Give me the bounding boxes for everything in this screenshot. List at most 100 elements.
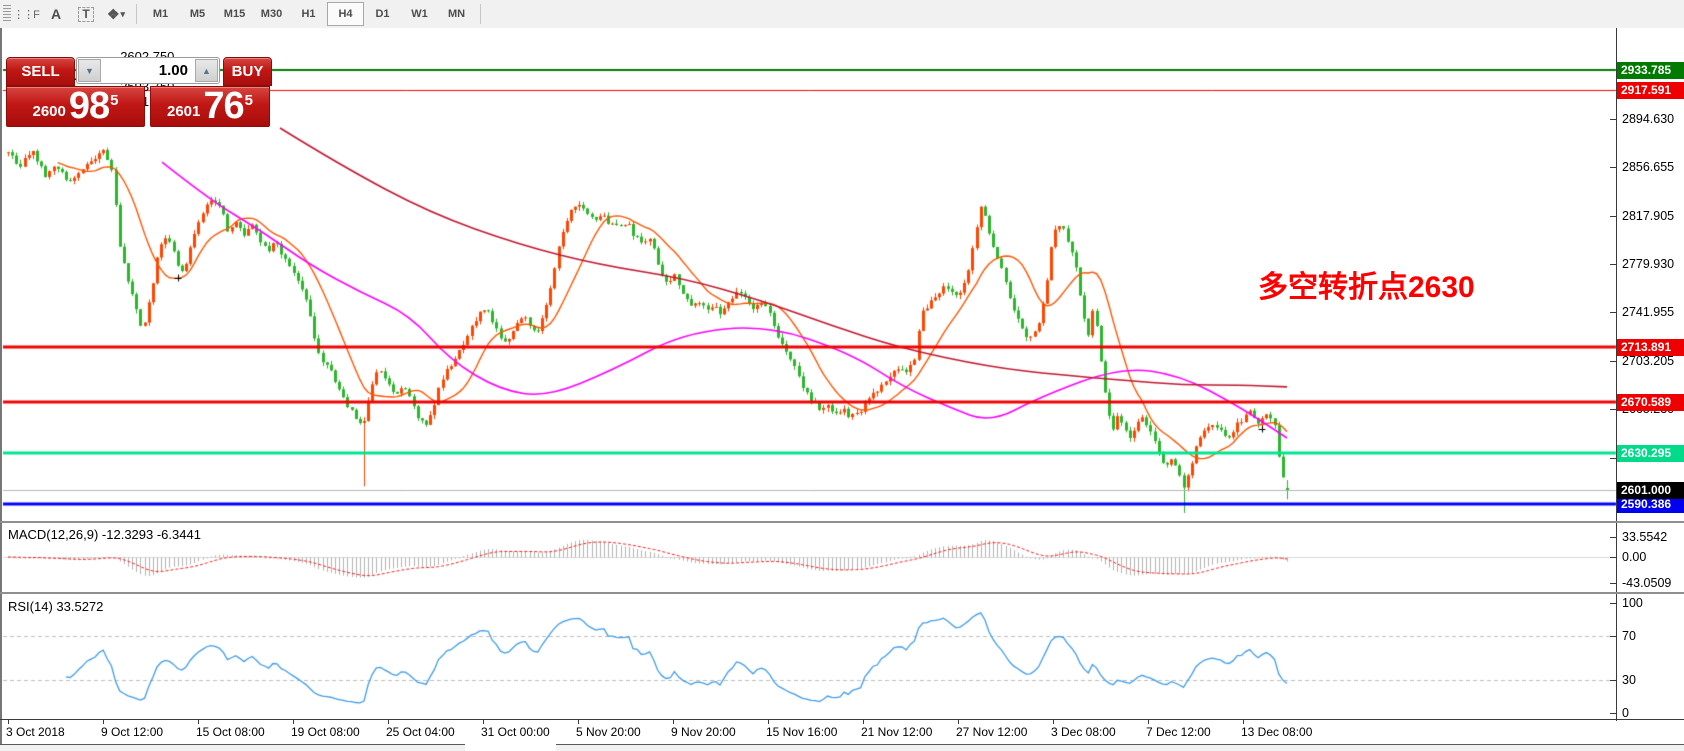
price-tick-label: 2779.930 <box>1622 257 1674 271</box>
macd-panel-separator[interactable] <box>0 521 1684 523</box>
text-label-tool-button[interactable]: A <box>41 2 71 26</box>
axis-tick-mark <box>1610 583 1616 584</box>
rsi-indicator-label: RSI(14) 33.5272 <box>8 599 103 614</box>
sell-price-prefix: 2600 <box>33 101 66 123</box>
rsi-scale-label: 30 <box>1622 673 1636 687</box>
time-tick-label: 9 Oct 12:00 <box>101 725 163 739</box>
toolbar-separator <box>480 4 481 24</box>
chevron-down-icon: ▾ <box>121 9 126 20</box>
axis-tick-mark <box>1610 409 1616 410</box>
axis-tick-mark <box>198 719 199 724</box>
timeframe-button-mn[interactable]: MN <box>438 2 475 26</box>
axis-tick-mark <box>1148 719 1149 724</box>
time-tick-label: 15 Nov 16:00 <box>766 725 837 739</box>
price-tick-label: 2741.955 <box>1622 305 1674 319</box>
toolbar-grip-handle[interactable] <box>3 5 11 23</box>
axis-tick-mark <box>103 719 104 724</box>
macd-indicator-label: MACD(12,26,9) -12.3293 -6.3441 <box>8 527 201 542</box>
axis-tick-mark <box>768 719 769 724</box>
sell-price-superscript: 5 <box>110 95 118 107</box>
axis-tick-mark <box>1610 264 1616 265</box>
chart-window: ▲ SP500-,H4 2602.750 2609.000 2593.750 2… <box>0 28 1684 750</box>
top-toolbar: ⋮⋮F A T ❖ ▾ M1M5M15M30H1H4D1W1MN <box>0 0 1684 29</box>
time-tick-label: 15 Oct 08:00 <box>196 725 265 739</box>
buy-price-display[interactable]: 2601 76 5 <box>150 86 270 127</box>
macd-scale-label: 33.5542 <box>1622 530 1667 544</box>
rsi-scale-label: 0 <box>1622 706 1629 720</box>
price-level-badge: 2670.589 <box>1617 394 1684 411</box>
axis-tick-mark <box>483 719 484 724</box>
time-tick-label: 9 Nov 20:00 <box>671 725 736 739</box>
time-tick-label: 3 Oct 2018 <box>6 725 65 739</box>
axis-tick-mark <box>863 719 864 724</box>
axis-tick-mark <box>1610 216 1616 217</box>
sell-button[interactable]: SELL <box>6 57 75 86</box>
axis-tick-mark <box>1610 167 1616 168</box>
rsi-scale-label: 70 <box>1622 629 1636 643</box>
time-tick-label: 31 Oct 00:00 <box>481 725 550 739</box>
chart-surface[interactable] <box>0 28 1684 750</box>
macd-scale-label: 0.00 <box>1622 550 1646 564</box>
fibonacci-icon: ⋮⋮F <box>13 8 39 21</box>
time-tick-label: 27 Nov 12:00 <box>956 725 1027 739</box>
macd-scale-label: -43.0509 <box>1622 576 1671 590</box>
axis-tick-mark <box>1610 119 1616 120</box>
toolbar-separator <box>136 4 137 24</box>
axis-tick-mark <box>1610 636 1616 637</box>
price-tick-label: 2856.655 <box>1622 160 1674 174</box>
time-tick-label: 25 Oct 04:00 <box>386 725 455 739</box>
time-tick-label: 19 Oct 08:00 <box>291 725 360 739</box>
price-axis-border <box>1616 28 1617 721</box>
price-tick-label: 2817.905 <box>1622 209 1674 223</box>
time-tick-label: 7 Dec 12:00 <box>1146 725 1211 739</box>
price-level-badge: 2917.591 <box>1617 82 1684 99</box>
timeframe-button-h1[interactable]: H1 <box>290 2 327 26</box>
axis-tick-mark <box>388 719 389 724</box>
axis-tick-mark <box>673 719 674 724</box>
timeframe-button-m1[interactable]: M1 <box>142 2 179 26</box>
timeframe-button-w1[interactable]: W1 <box>401 2 438 26</box>
axis-tick-mark <box>293 719 294 724</box>
timeframe-button-d1[interactable]: D1 <box>364 2 401 26</box>
text-label-icon: A <box>51 6 61 22</box>
sell-price-big-digits: 98 <box>69 90 109 123</box>
text-tool-button[interactable]: T <box>71 2 101 26</box>
chart-annotation-text: 多空转折点2630 <box>1258 262 1475 306</box>
buy-price-big-digits: 76 <box>203 90 243 123</box>
volume-input[interactable] <box>102 58 194 83</box>
buy-button[interactable]: BUY <box>223 57 272 86</box>
volume-increase-button[interactable]: ▲ <box>195 59 218 82</box>
time-tick-label: 5 Nov 20:00 <box>576 725 641 739</box>
time-tick-label: 13 Dec 08:00 <box>1241 725 1312 739</box>
axis-tick-mark <box>1610 312 1616 313</box>
timeframe-button-m5[interactable]: M5 <box>179 2 216 26</box>
axis-tick-mark <box>1610 603 1616 604</box>
sell-price-display[interactable]: 2600 98 5 <box>6 86 145 127</box>
axis-tick-mark <box>1610 713 1616 714</box>
time-tick-label: 3 Dec 08:00 <box>1051 725 1116 739</box>
fibonacci-tool-button[interactable]: ⋮⋮F <box>11 2 41 26</box>
timeframe-button-group: M1M5M15M30H1H4D1W1MN <box>142 2 475 26</box>
text-tool-icon: T <box>78 7 93 22</box>
axis-tick-mark <box>1053 719 1054 724</box>
axis-tick-mark <box>1243 719 1244 724</box>
axis-tick-mark <box>1610 680 1616 681</box>
axis-tick-mark <box>1610 458 1616 459</box>
shapes-icon: ❖ <box>107 6 120 23</box>
price-tick-label: 2894.630 <box>1622 112 1674 126</box>
timeframe-button-m15[interactable]: M15 <box>216 2 253 26</box>
price-level-badge: 2933.785 <box>1617 62 1684 79</box>
rsi-panel-separator[interactable] <box>0 592 1684 594</box>
timeframe-button-m30[interactable]: M30 <box>253 2 290 26</box>
time-axis-border <box>0 719 1684 720</box>
axis-tick-mark <box>578 719 579 724</box>
price-level-badge: 2630.295 <box>1617 445 1684 462</box>
current-price-badge: 2601.000 <box>1617 482 1684 499</box>
shapes-tool-button[interactable]: ❖ ▾ <box>101 2 131 26</box>
axis-tick-mark <box>958 719 959 724</box>
volume-decrease-button[interactable]: ▼ <box>78 59 101 82</box>
time-tick-label: 21 Nov 12:00 <box>861 725 932 739</box>
rsi-scale-label: 100 <box>1622 596 1643 610</box>
volume-spinner: ▼ ▲ <box>76 57 220 84</box>
timeframe-button-h4[interactable]: H4 <box>327 2 364 26</box>
